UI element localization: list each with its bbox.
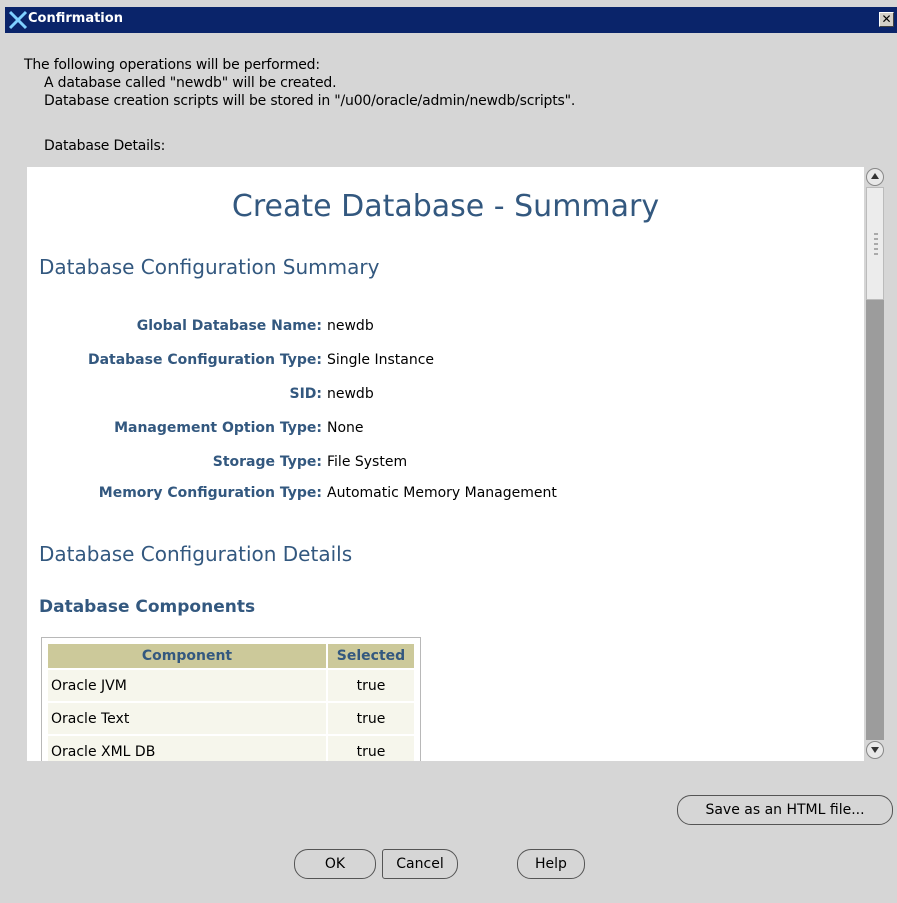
scroll-thumb[interactable]	[866, 187, 884, 300]
component-cell: Oracle Text	[48, 703, 326, 734]
summary-title: Create Database - Summary	[231, 189, 660, 224]
field-label-sid: SID:	[289, 386, 322, 402]
field-label-management: Management Option Type:	[114, 420, 322, 436]
field-value-management: None	[327, 420, 364, 436]
app-logo-icon	[8, 10, 28, 30]
component-cell: Oracle XML DB	[48, 736, 326, 761]
intro-line-1: The following operations will be perform…	[24, 57, 320, 73]
selected-cell: true	[328, 703, 414, 734]
window-title: Confirmation	[28, 11, 123, 26]
intro-line-3: Database creation scripts will be stored…	[44, 93, 576, 109]
table-row: Oracle XML DB true	[48, 736, 414, 761]
scroll-up-arrow-icon[interactable]	[866, 168, 884, 186]
close-icon: ✕	[881, 12, 892, 26]
field-value-memory: Automatic Memory Management	[327, 485, 557, 501]
field-label-config-type: Database Configuration Type:	[87, 352, 322, 368]
field-value-global-db-name: newdb	[327, 318, 374, 334]
field-label-storage: Storage Type:	[212, 454, 322, 470]
vertical-scrollbar[interactable]	[864, 167, 886, 761]
field-value-config-type: Single Instance	[327, 352, 435, 368]
components-heading: Database Components	[39, 597, 256, 617]
close-button[interactable]: ✕	[879, 12, 894, 27]
component-cell: Oracle JVM	[48, 670, 326, 701]
table-row: Oracle JVM true	[48, 670, 414, 701]
table-row: Oracle Text true	[48, 703, 414, 734]
config-summary-heading: Database Configuration Summary	[39, 255, 380, 279]
cancel-button[interactable]: Cancel	[382, 849, 458, 879]
save-as-html-button[interactable]: Save as an HTML file...	[677, 795, 893, 825]
config-details-heading: Database Configuration Details	[39, 542, 353, 566]
field-value-storage: File System	[327, 454, 408, 470]
column-header-selected: Selected	[328, 644, 414, 668]
summary-panel: Create Database - Summary Database Confi…	[27, 167, 864, 761]
title-bar: Confirmation ✕	[5, 7, 897, 33]
ok-button[interactable]: OK	[294, 849, 376, 879]
column-header-component: Component	[48, 644, 326, 668]
field-label-memory: Memory Configuration Type:	[98, 485, 322, 501]
field-value-sid: newdb	[327, 386, 374, 402]
help-button[interactable]: Help	[517, 849, 585, 879]
selected-cell: true	[328, 670, 414, 701]
selected-cell: true	[328, 736, 414, 761]
details-label: Database Details:	[44, 138, 166, 154]
components-table: Component Selected Oracle JVM true Oracl…	[41, 637, 421, 761]
intro-line-2: A database called "newdb" will be create…	[44, 75, 337, 91]
scroll-down-arrow-icon[interactable]	[866, 741, 884, 759]
field-label-global-db-name: Global Database Name:	[136, 318, 322, 334]
